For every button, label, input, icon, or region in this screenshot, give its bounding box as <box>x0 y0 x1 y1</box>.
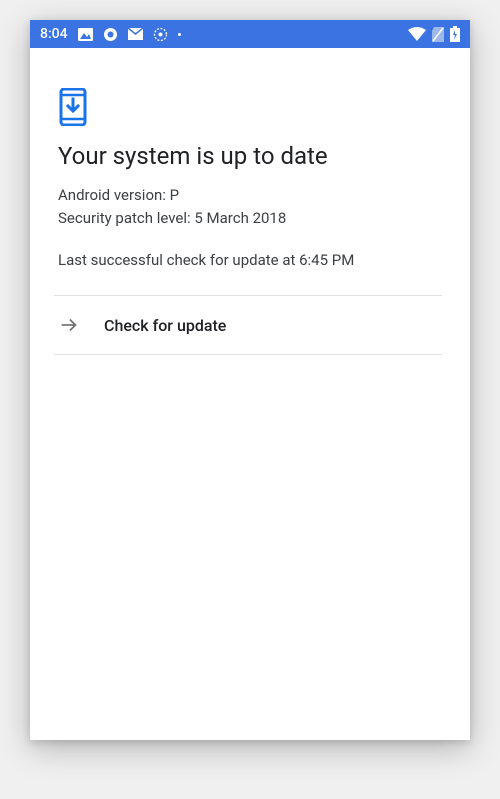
circle-icon <box>103 27 118 42</box>
wifi-icon <box>408 27 426 41</box>
last-check-text: Last successful check for update at 6:45… <box>58 251 442 269</box>
security-patch: Security patch level: 5 March 2018 <box>58 207 442 230</box>
status-right <box>408 26 460 42</box>
status-bar: 8:04 <box>30 20 470 48</box>
mail-icon <box>128 28 143 40</box>
status-left: 8:04 <box>40 26 181 42</box>
android-version: Android version: P <box>58 184 442 207</box>
picture-icon <box>78 28 93 41</box>
target-icon <box>153 27 168 42</box>
check-for-update-button[interactable]: Check for update <box>54 295 442 355</box>
status-time: 8:04 <box>40 26 68 42</box>
system-update-icon <box>58 88 88 126</box>
phone-frame: 8:04 <box>30 20 470 740</box>
dot-icon <box>178 33 181 36</box>
arrow-right-icon <box>54 314 80 336</box>
sim-icon <box>432 27 444 42</box>
battery-icon <box>450 26 460 42</box>
page-title: Your system is up to date <box>58 142 442 170</box>
check-for-update-label: Check for update <box>104 316 226 335</box>
content-area: Your system is up to date Android versio… <box>30 48 470 740</box>
